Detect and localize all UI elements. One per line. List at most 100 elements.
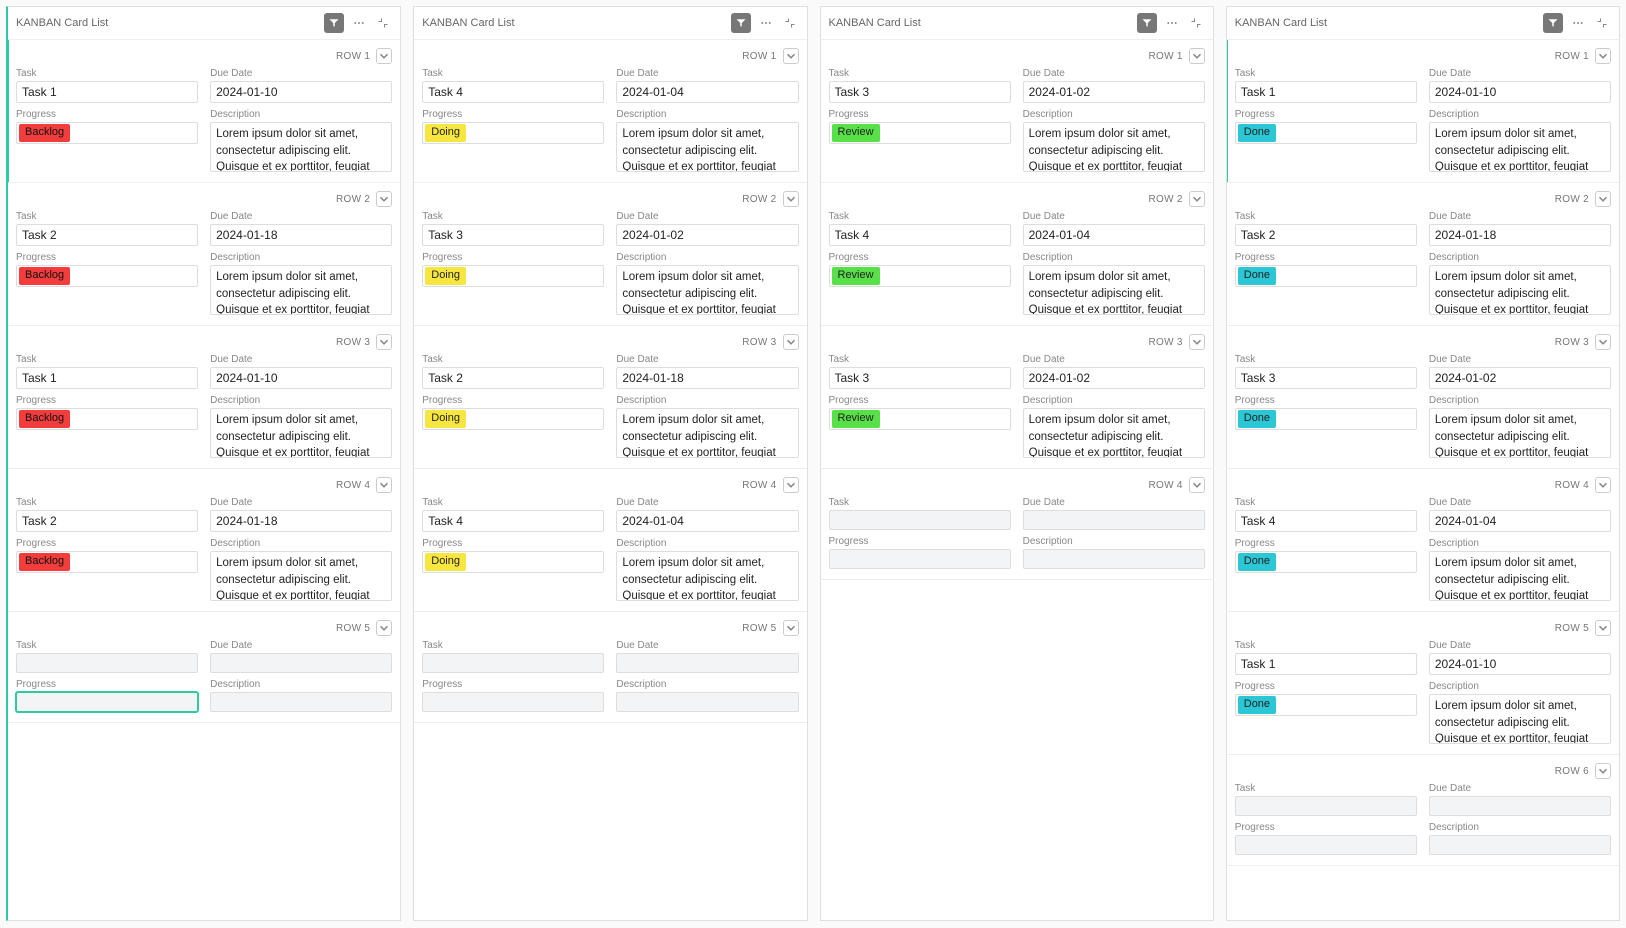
card-row[interactable]: ROW 5TaskDue DateProgressDoneDescription… [1227, 612, 1619, 755]
description-input[interactable]: Lorem ipsum dolor sit amet, consectetur … [616, 122, 798, 172]
due-date-input[interactable] [1023, 224, 1205, 246]
expand-card-button[interactable] [783, 191, 799, 207]
filter-icon[interactable] [731, 13, 751, 33]
expand-card-button[interactable] [783, 48, 799, 64]
description-input[interactable]: Lorem ipsum dolor sit amet, consectetur … [210, 122, 392, 172]
expand-card-button[interactable] [1595, 48, 1611, 64]
card-row[interactable]: ROW 4TaskDue DateProgressDoingDescriptio… [414, 469, 806, 612]
expand-card-button[interactable] [1595, 191, 1611, 207]
card-row[interactable]: ROW 2TaskDue DateProgressDoneDescription… [1227, 183, 1619, 326]
due-date-input[interactable] [1429, 224, 1611, 246]
progress-input[interactable] [1235, 835, 1417, 855]
progress-badge[interactable]: Doing [425, 267, 466, 285]
description-input[interactable]: Lorem ipsum dolor sit amet, consectetur … [616, 408, 798, 458]
due-date-input[interactable] [616, 367, 798, 389]
expand-card-button[interactable] [1189, 48, 1205, 64]
description-input[interactable] [1023, 549, 1205, 569]
due-date-input[interactable] [1023, 510, 1205, 530]
card-row[interactable]: ROW 4TaskDue DateProgressDoneDescription… [1227, 469, 1619, 612]
expand-card-button[interactable] [376, 48, 392, 64]
progress-badge[interactable]: Done [1238, 124, 1276, 142]
description-input[interactable]: Lorem ipsum dolor sit amet, consectetur … [616, 551, 798, 601]
due-date-input[interactable] [616, 653, 798, 673]
progress-badge[interactable]: Done [1238, 553, 1276, 571]
task-input[interactable] [1235, 796, 1417, 816]
progress-badge[interactable]: Doing [425, 553, 466, 571]
task-input[interactable] [16, 81, 198, 103]
expand-card-button[interactable] [1595, 477, 1611, 493]
task-input[interactable] [16, 224, 198, 246]
description-input[interactable]: Lorem ipsum dolor sit amet, consectetur … [210, 408, 392, 458]
progress-input[interactable]: Review [829, 122, 1011, 144]
progress-input[interactable]: Done [1235, 551, 1417, 573]
description-input[interactable]: Lorem ipsum dolor sit amet, consectetur … [1429, 551, 1611, 601]
progress-badge[interactable]: Done [1238, 267, 1276, 285]
description-input[interactable]: Lorem ipsum dolor sit amet, consectetur … [1429, 408, 1611, 458]
task-input[interactable] [16, 367, 198, 389]
card-row[interactable]: ROW 1TaskDue DateProgressDoingDescriptio… [414, 40, 806, 183]
card-row[interactable]: ROW 1TaskDue DateProgressDoneDescription… [1227, 40, 1619, 183]
task-input[interactable] [16, 510, 198, 532]
description-input[interactable]: Lorem ipsum dolor sit amet, consectetur … [1429, 694, 1611, 744]
expand-card-button[interactable] [376, 620, 392, 636]
due-date-input[interactable] [616, 224, 798, 246]
more-menu-icon[interactable] [1569, 14, 1587, 32]
expand-card-button[interactable] [376, 334, 392, 350]
card-row[interactable]: ROW 2TaskDue DateProgressReviewDescripti… [821, 183, 1213, 326]
progress-badge[interactable]: Review [832, 124, 880, 142]
progress-badge[interactable]: Backlog [19, 553, 70, 571]
card-row[interactable]: ROW 3TaskDue DateProgressDoingDescriptio… [414, 326, 806, 469]
expand-card-button[interactable] [783, 477, 799, 493]
description-input[interactable]: Lorem ipsum dolor sit amet, consectetur … [1023, 265, 1205, 315]
due-date-input[interactable] [616, 81, 798, 103]
task-input[interactable] [422, 510, 604, 532]
expand-card-button[interactable] [1595, 763, 1611, 779]
due-date-input[interactable] [1429, 653, 1611, 675]
progress-input[interactable]: Backlog [16, 122, 198, 144]
description-input[interactable] [616, 692, 798, 712]
more-menu-icon[interactable] [350, 14, 368, 32]
due-date-input[interactable] [1429, 81, 1611, 103]
expand-card-button[interactable] [376, 477, 392, 493]
expand-card-button[interactable] [376, 191, 392, 207]
card-row[interactable]: ROW 2TaskDue DateProgressBacklogDescript… [8, 183, 400, 326]
progress-input[interactable] [422, 692, 604, 712]
description-input[interactable]: Lorem ipsum dolor sit amet, consectetur … [1023, 408, 1205, 458]
progress-input[interactable]: Doing [422, 265, 604, 287]
progress-input[interactable] [16, 692, 198, 712]
filter-icon[interactable] [324, 13, 344, 33]
description-input[interactable] [1429, 835, 1611, 855]
card-row[interactable]: ROW 3TaskDue DateProgressDoneDescription… [1227, 326, 1619, 469]
due-date-input[interactable] [210, 224, 392, 246]
task-input[interactable] [1235, 81, 1417, 103]
progress-badge[interactable]: Backlog [19, 267, 70, 285]
task-input[interactable] [1235, 510, 1417, 532]
card-row[interactable]: ROW 1TaskDue DateProgressBacklogDescript… [8, 40, 400, 183]
progress-input[interactable]: Review [829, 408, 1011, 430]
description-input[interactable]: Lorem ipsum dolor sit amet, consectetur … [1429, 122, 1611, 172]
task-input[interactable] [829, 81, 1011, 103]
expand-card-button[interactable] [1189, 191, 1205, 207]
due-date-input[interactable] [210, 367, 392, 389]
description-input[interactable]: Lorem ipsum dolor sit amet, consectetur … [1023, 122, 1205, 172]
card-row[interactable]: ROW 4TaskDue DateProgressDescription [821, 469, 1213, 580]
compress-icon[interactable] [781, 14, 799, 32]
progress-input[interactable]: Backlog [16, 408, 198, 430]
expand-card-button[interactable] [783, 334, 799, 350]
description-input[interactable]: Lorem ipsum dolor sit amet, consectetur … [1429, 265, 1611, 315]
expand-card-button[interactable] [1595, 334, 1611, 350]
progress-input[interactable]: Backlog [16, 551, 198, 573]
due-date-input[interactable] [1429, 796, 1611, 816]
progress-badge[interactable]: Done [1238, 696, 1276, 714]
task-input[interactable] [1235, 224, 1417, 246]
due-date-input[interactable] [210, 510, 392, 532]
due-date-input[interactable] [616, 510, 798, 532]
progress-badge[interactable]: Doing [425, 410, 466, 428]
task-input[interactable] [422, 224, 604, 246]
task-input[interactable] [1235, 653, 1417, 675]
expand-card-button[interactable] [1595, 620, 1611, 636]
progress-badge[interactable]: Backlog [19, 410, 70, 428]
description-input[interactable]: Lorem ipsum dolor sit amet, consectetur … [616, 265, 798, 315]
task-input[interactable] [829, 367, 1011, 389]
card-row[interactable]: ROW 1TaskDue DateProgressReviewDescripti… [821, 40, 1213, 183]
